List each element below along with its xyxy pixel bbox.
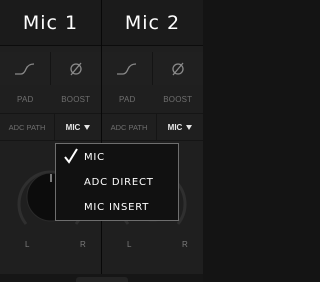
highpass-filter-button[interactable] (102, 52, 153, 85)
phase-invert-button[interactable] (51, 52, 101, 85)
adc-path-select[interactable]: MIC (156, 114, 203, 140)
menu-item-label: MIC (84, 151, 105, 163)
channel-labels-row: PAD BOOST (0, 86, 101, 112)
adc-path-value: MIC (65, 122, 81, 132)
phase-invert-icon (172, 62, 184, 75)
adc-path-row: ADC PATH MIC (0, 113, 101, 141)
boost-label[interactable]: BOOST (153, 86, 204, 112)
pan-left-label: L (127, 240, 132, 249)
phase-invert-button[interactable] (153, 52, 203, 85)
adc-path-row: ADC PATH MIC (102, 113, 203, 141)
channel-strip-mic-2: Mic 2 PAD BOOST ADC PATH MIC L R (102, 0, 203, 282)
adc-path-label: ADC PATH (8, 122, 46, 132)
adc-path-label: ADC PATH (110, 122, 148, 132)
menu-item-adc-direct[interactable]: ADC DIRECT (56, 170, 178, 194)
adc-path-dropdown-menu: MIC ADC DIRECT MIC INSERT (55, 143, 179, 221)
pad-label[interactable]: PAD (102, 86, 153, 112)
menu-item-label: ADC DIRECT (84, 176, 154, 188)
highpass-filter-icon (117, 62, 137, 75)
channel-title: Mic 1 (0, 0, 101, 46)
pan-right-label: R (182, 240, 188, 249)
dropdown-arrow-icon (84, 124, 91, 130)
channel-buttons-row (0, 52, 101, 85)
highpass-filter-icon (15, 62, 35, 75)
channel-labels-row: PAD BOOST (102, 86, 203, 112)
phase-invert-icon (70, 62, 82, 75)
channel-buttons-row (102, 52, 203, 85)
pan-right-label: R (80, 240, 86, 249)
menu-item-label: MIC INSERT (84, 201, 150, 213)
pan-left-label: L (25, 240, 30, 249)
channel-title: Mic 2 (102, 0, 203, 46)
checkmark-icon (64, 148, 78, 164)
adc-path-select[interactable]: MIC (54, 114, 101, 140)
bottom-bar (0, 274, 203, 282)
menu-item-mic[interactable]: MIC (56, 145, 178, 169)
dropdown-arrow-icon (186, 124, 193, 130)
highpass-filter-button[interactable] (0, 52, 51, 85)
bottom-tab-handle[interactable] (76, 277, 128, 282)
boost-label[interactable]: BOOST (51, 86, 102, 112)
adc-path-value: MIC (167, 122, 183, 132)
menu-item-mic-insert[interactable]: MIC INSERT (56, 195, 178, 219)
pad-label[interactable]: PAD (0, 86, 51, 112)
channel-strip-mic-1: Mic 1 PAD BOOST ADC PATH MIC L R (0, 0, 101, 282)
